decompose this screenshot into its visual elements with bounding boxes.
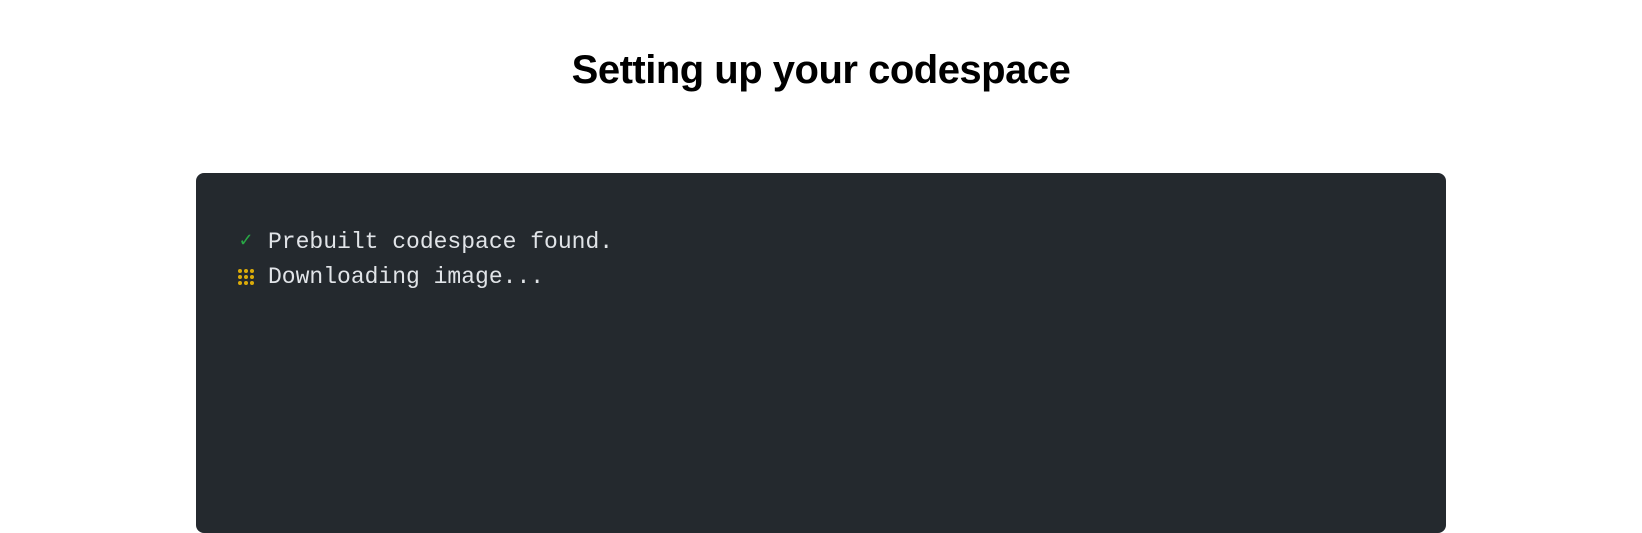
- terminal-output: ✓ Prebuilt codespace found. Downloading …: [196, 173, 1446, 533]
- page-title: Setting up your codespace: [572, 48, 1071, 93]
- page-container: Setting up your codespace ✓ Prebuilt cod…: [0, 0, 1642, 533]
- log-line: ✓ Prebuilt codespace found.: [236, 225, 1406, 260]
- check-icon: ✓: [236, 229, 256, 256]
- spinner-icon: [236, 267, 256, 287]
- log-line: Downloading image...: [236, 260, 1406, 295]
- log-text: Downloading image...: [268, 260, 544, 295]
- log-text: Prebuilt codespace found.: [268, 225, 613, 260]
